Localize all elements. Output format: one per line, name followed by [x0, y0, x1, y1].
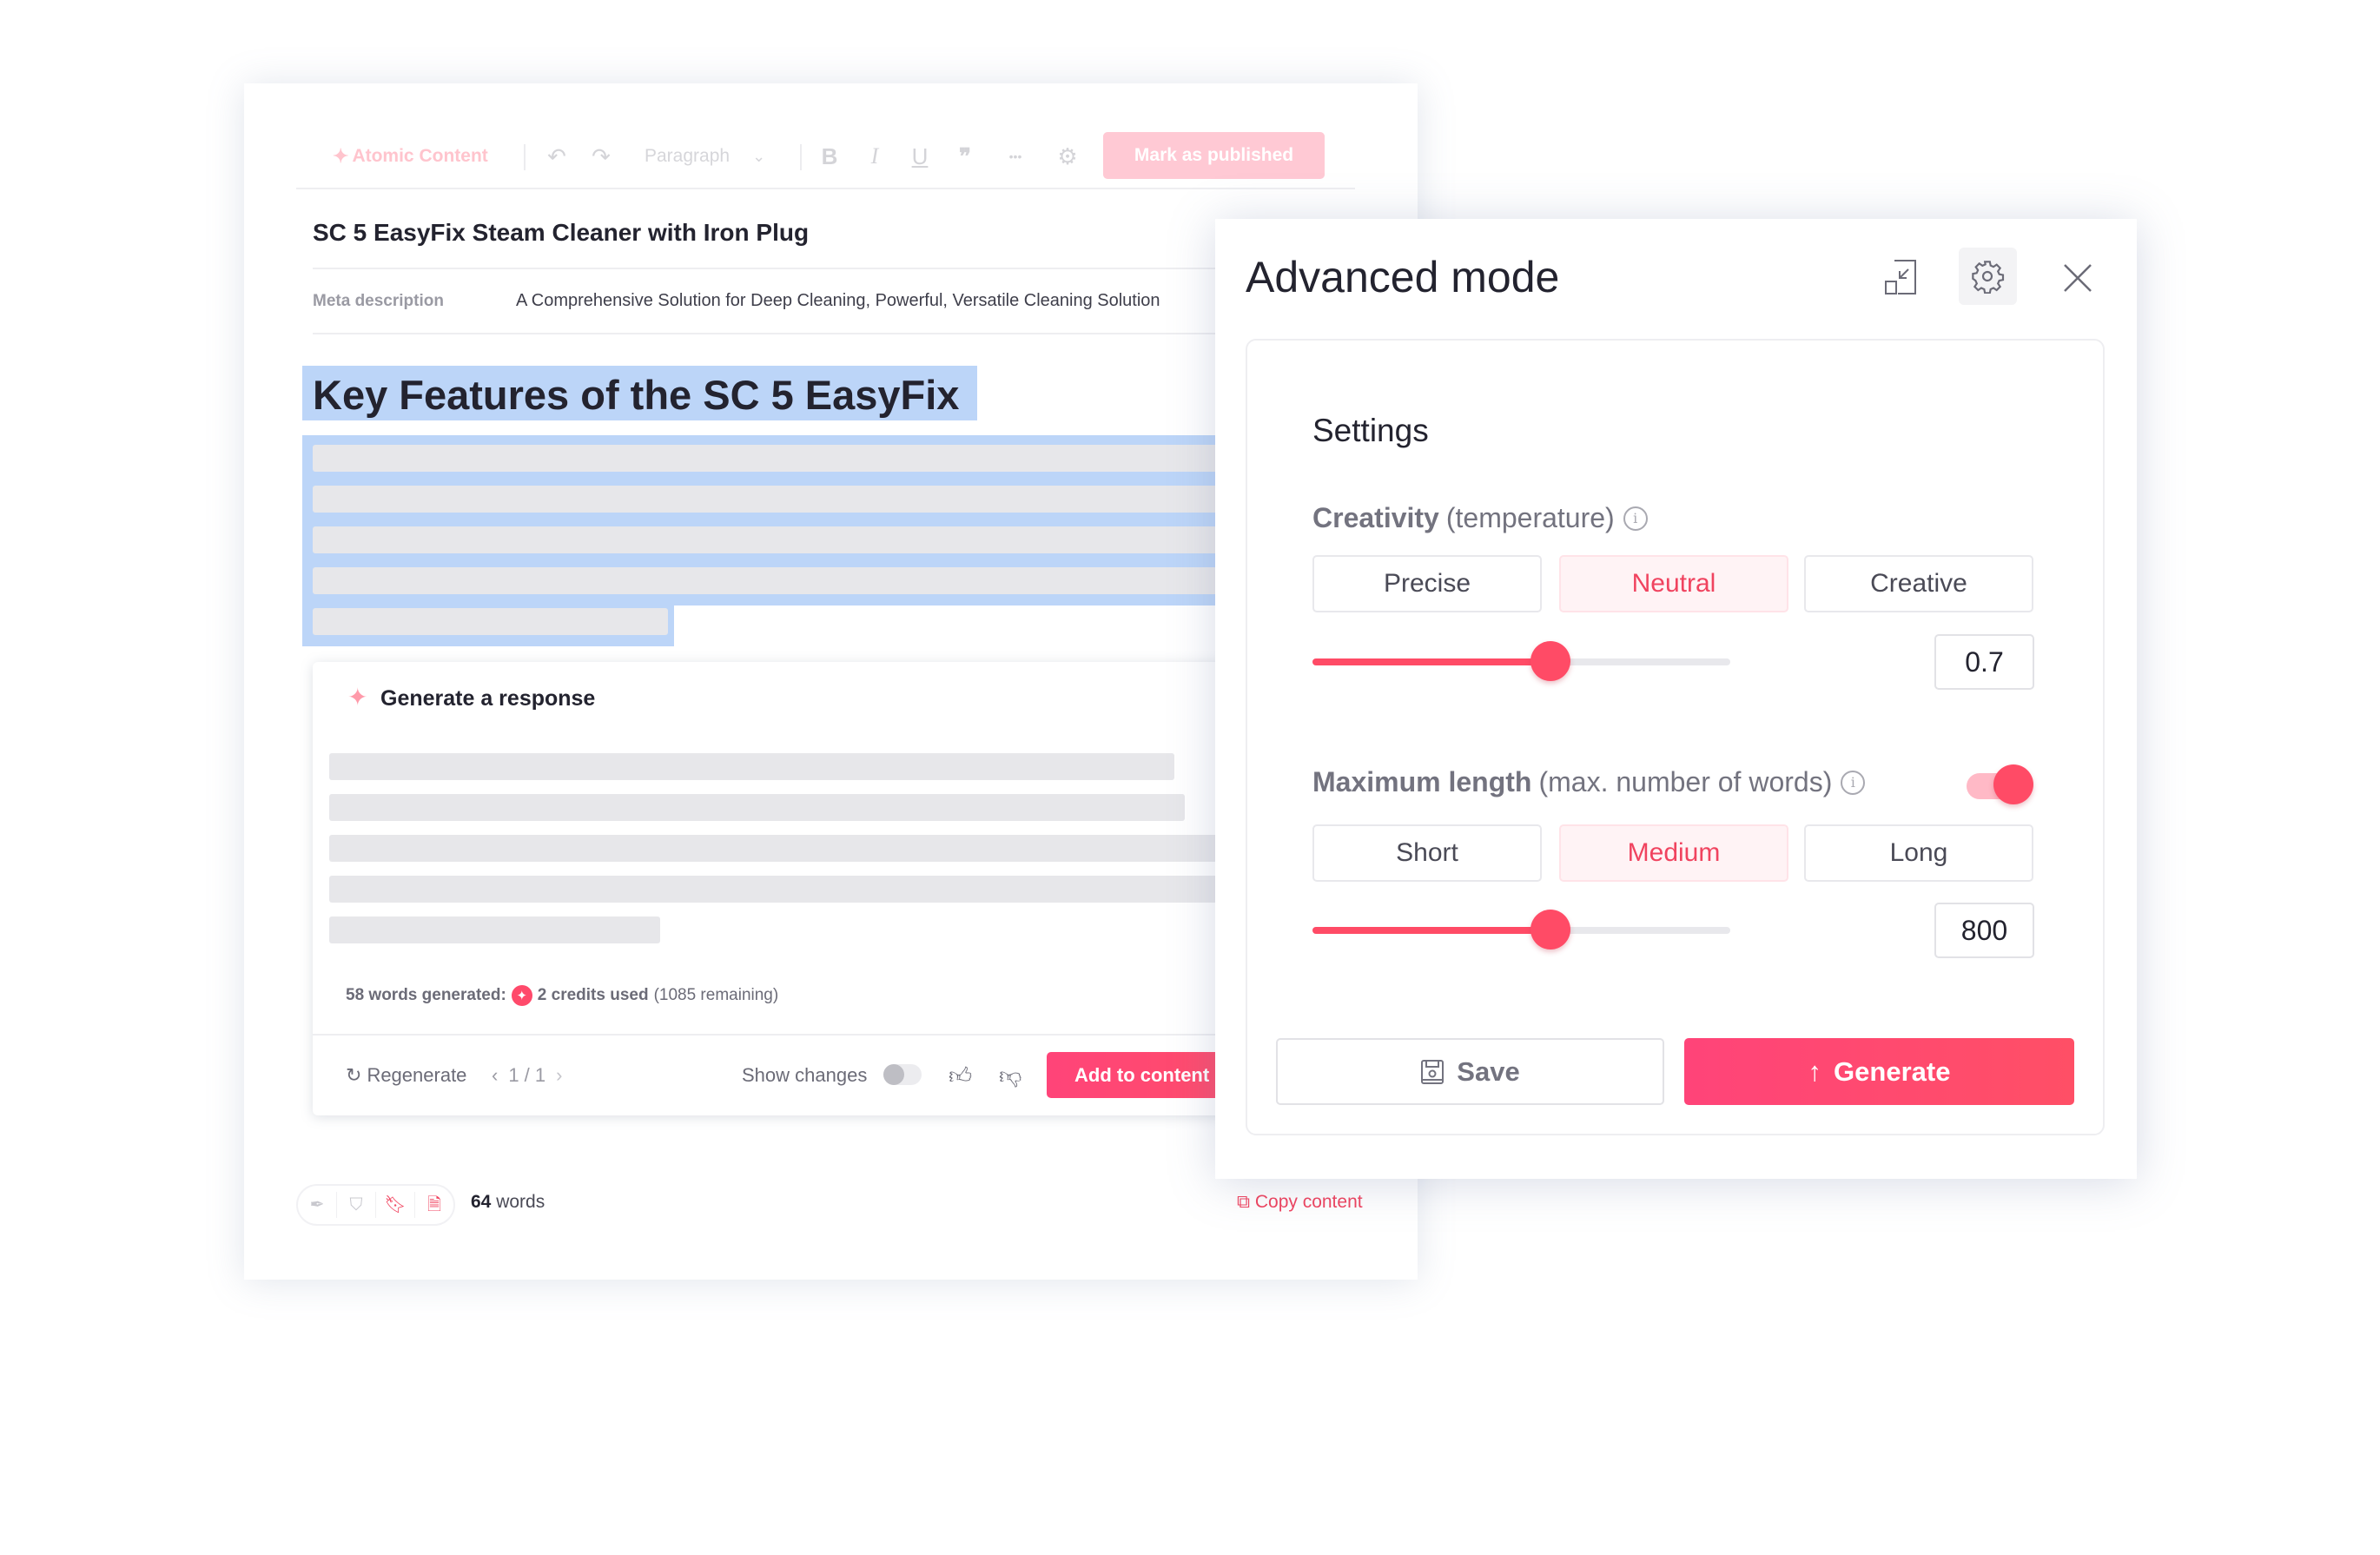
regenerate-button[interactable]: ↻ Regenerate	[346, 1062, 466, 1089]
copy-icon: ⧉	[1237, 1192, 1250, 1212]
creativity-slider[interactable]	[1312, 641, 1730, 681]
toggle-knob	[1993, 764, 2033, 804]
footer-tools: ✒ ⛉ 🔖︎ 🗎	[296, 1184, 455, 1226]
creativity-option[interactable]: Precise	[1312, 555, 1542, 612]
meta-description-input[interactable]: A Comprehensive Solution for Deep Cleani…	[516, 291, 1220, 311]
sparkle-icon: ✦	[333, 145, 349, 167]
text-line-placeholder	[313, 445, 1225, 472]
length-option[interactable]: Short	[1312, 824, 1542, 882]
info-icon[interactable]: i	[1841, 770, 1866, 795]
response-line-placeholder	[329, 794, 1185, 821]
response-line-placeholder	[329, 835, 1224, 862]
refresh-icon: ↻	[346, 1064, 362, 1086]
creativity-label: Creativity (temperature) i	[1312, 502, 1648, 534]
slider-fill	[1312, 927, 1551, 934]
info-icon[interactable]: i	[1623, 506, 1648, 531]
bookmark-icon[interactable]: 🔖︎	[376, 1192, 415, 1218]
text-line-placeholder	[313, 608, 668, 635]
thumbs-up-icon[interactable]: 👍︎	[949, 1062, 972, 1089]
length-option[interactable]: Long	[1804, 824, 2033, 882]
thumbs-down-icon[interactable]: 👎︎	[999, 1062, 1021, 1089]
generate-button[interactable]: ↑ Generate	[1684, 1038, 2074, 1105]
text-line-placeholder	[313, 486, 1225, 513]
gear-icon	[1968, 257, 2006, 295]
toggle-knob	[883, 1064, 904, 1085]
document-title[interactable]: SC 5 EasyFix Steam Cleaner with Iron Plu…	[313, 219, 809, 247]
slider-thumb[interactable]	[1530, 910, 1571, 950]
divider	[313, 333, 1233, 334]
chevron-down-icon: ⌄	[752, 147, 766, 165]
text-line-placeholder	[313, 567, 1225, 594]
generate-response-title: Generate a response	[380, 686, 596, 711]
toolbar-divider-line	[296, 188, 1355, 189]
max-length-slider[interactable]	[1312, 910, 1730, 950]
italic-button[interactable]: I	[860, 141, 889, 172]
sparkle-icon: ✦	[347, 684, 368, 711]
block-type-select[interactable]: Paragraph ⌄	[645, 142, 765, 170]
copy-content-button[interactable]: ⧉ Copy content	[1237, 1192, 1363, 1213]
meta-description-label: Meta description	[313, 292, 444, 310]
response-line-placeholder	[329, 876, 1224, 903]
credits-summary: 58 words generated: ✦ 2 credits used (10…	[346, 985, 779, 1006]
settings-panel	[1246, 339, 2105, 1135]
modal-title: Advanced mode	[1246, 253, 1560, 301]
length-option[interactable]: Medium	[1559, 824, 1788, 882]
undo-icon[interactable]: ↶	[542, 141, 572, 172]
max-length-toggle[interactable]	[1967, 764, 2033, 804]
chevron-left-icon[interactable]: ‹	[492, 1064, 498, 1087]
show-changes-label: Show changes	[742, 1064, 868, 1086]
arrow-up-icon: ↑	[1808, 1055, 1822, 1087]
slider-thumb[interactable]	[1530, 641, 1571, 681]
settings-title: Settings	[1312, 413, 1429, 448]
credit-icon: ✦	[511, 985, 532, 1006]
gear-icon[interactable]: ⚙	[1053, 141, 1082, 172]
mark-as-published-button[interactable]: Mark as published	[1103, 132, 1325, 179]
atomic-content-button[interactable]: ✦ Atomic Content	[333, 142, 488, 170]
shield-check-icon[interactable]: ⛉	[337, 1192, 376, 1218]
toolbar-divider	[800, 144, 802, 170]
toolbar-divider	[524, 144, 526, 170]
slider-fill	[1312, 658, 1551, 665]
show-changes-toggle[interactable]	[883, 1064, 922, 1085]
content-heading[interactable]: Key Features of the SC 5 EasyFix	[313, 371, 959, 419]
collapse-icon[interactable]	[1883, 258, 1918, 296]
bold-button[interactable]: B	[815, 141, 844, 172]
quote-button[interactable]: ❞	[950, 141, 980, 172]
save-icon	[1421, 1059, 1445, 1084]
redo-icon[interactable]: ↷	[586, 141, 616, 172]
response-line-placeholder	[329, 916, 660, 943]
divider	[313, 268, 1233, 269]
word-count: 64 words	[471, 1192, 545, 1212]
close-icon[interactable]	[2060, 261, 2095, 295]
max-length-label: Maximum length (max. number of words) i	[1312, 766, 1866, 798]
response-pager: ‹ 1 / 1 ›	[492, 1064, 563, 1087]
chevron-right-icon[interactable]: ›	[556, 1064, 562, 1087]
creativity-option[interactable]: Creative	[1804, 555, 2033, 612]
save-button[interactable]: Save	[1276, 1038, 1664, 1105]
response-line-placeholder	[329, 753, 1174, 780]
document-edit-icon[interactable]: 🗎	[415, 1192, 453, 1218]
max-length-value-input[interactable]: 800	[1934, 903, 2034, 958]
creativity-value-input[interactable]: 0.7	[1934, 634, 2034, 690]
more-options-button[interactable]: •••	[1001, 141, 1030, 172]
divider	[313, 1034, 1225, 1036]
text-line-placeholder	[313, 526, 1225, 553]
underline-button[interactable]: U	[905, 141, 935, 172]
creativity-option[interactable]: Neutral	[1559, 555, 1788, 612]
pen-nib-icon[interactable]: ✒	[298, 1192, 337, 1218]
